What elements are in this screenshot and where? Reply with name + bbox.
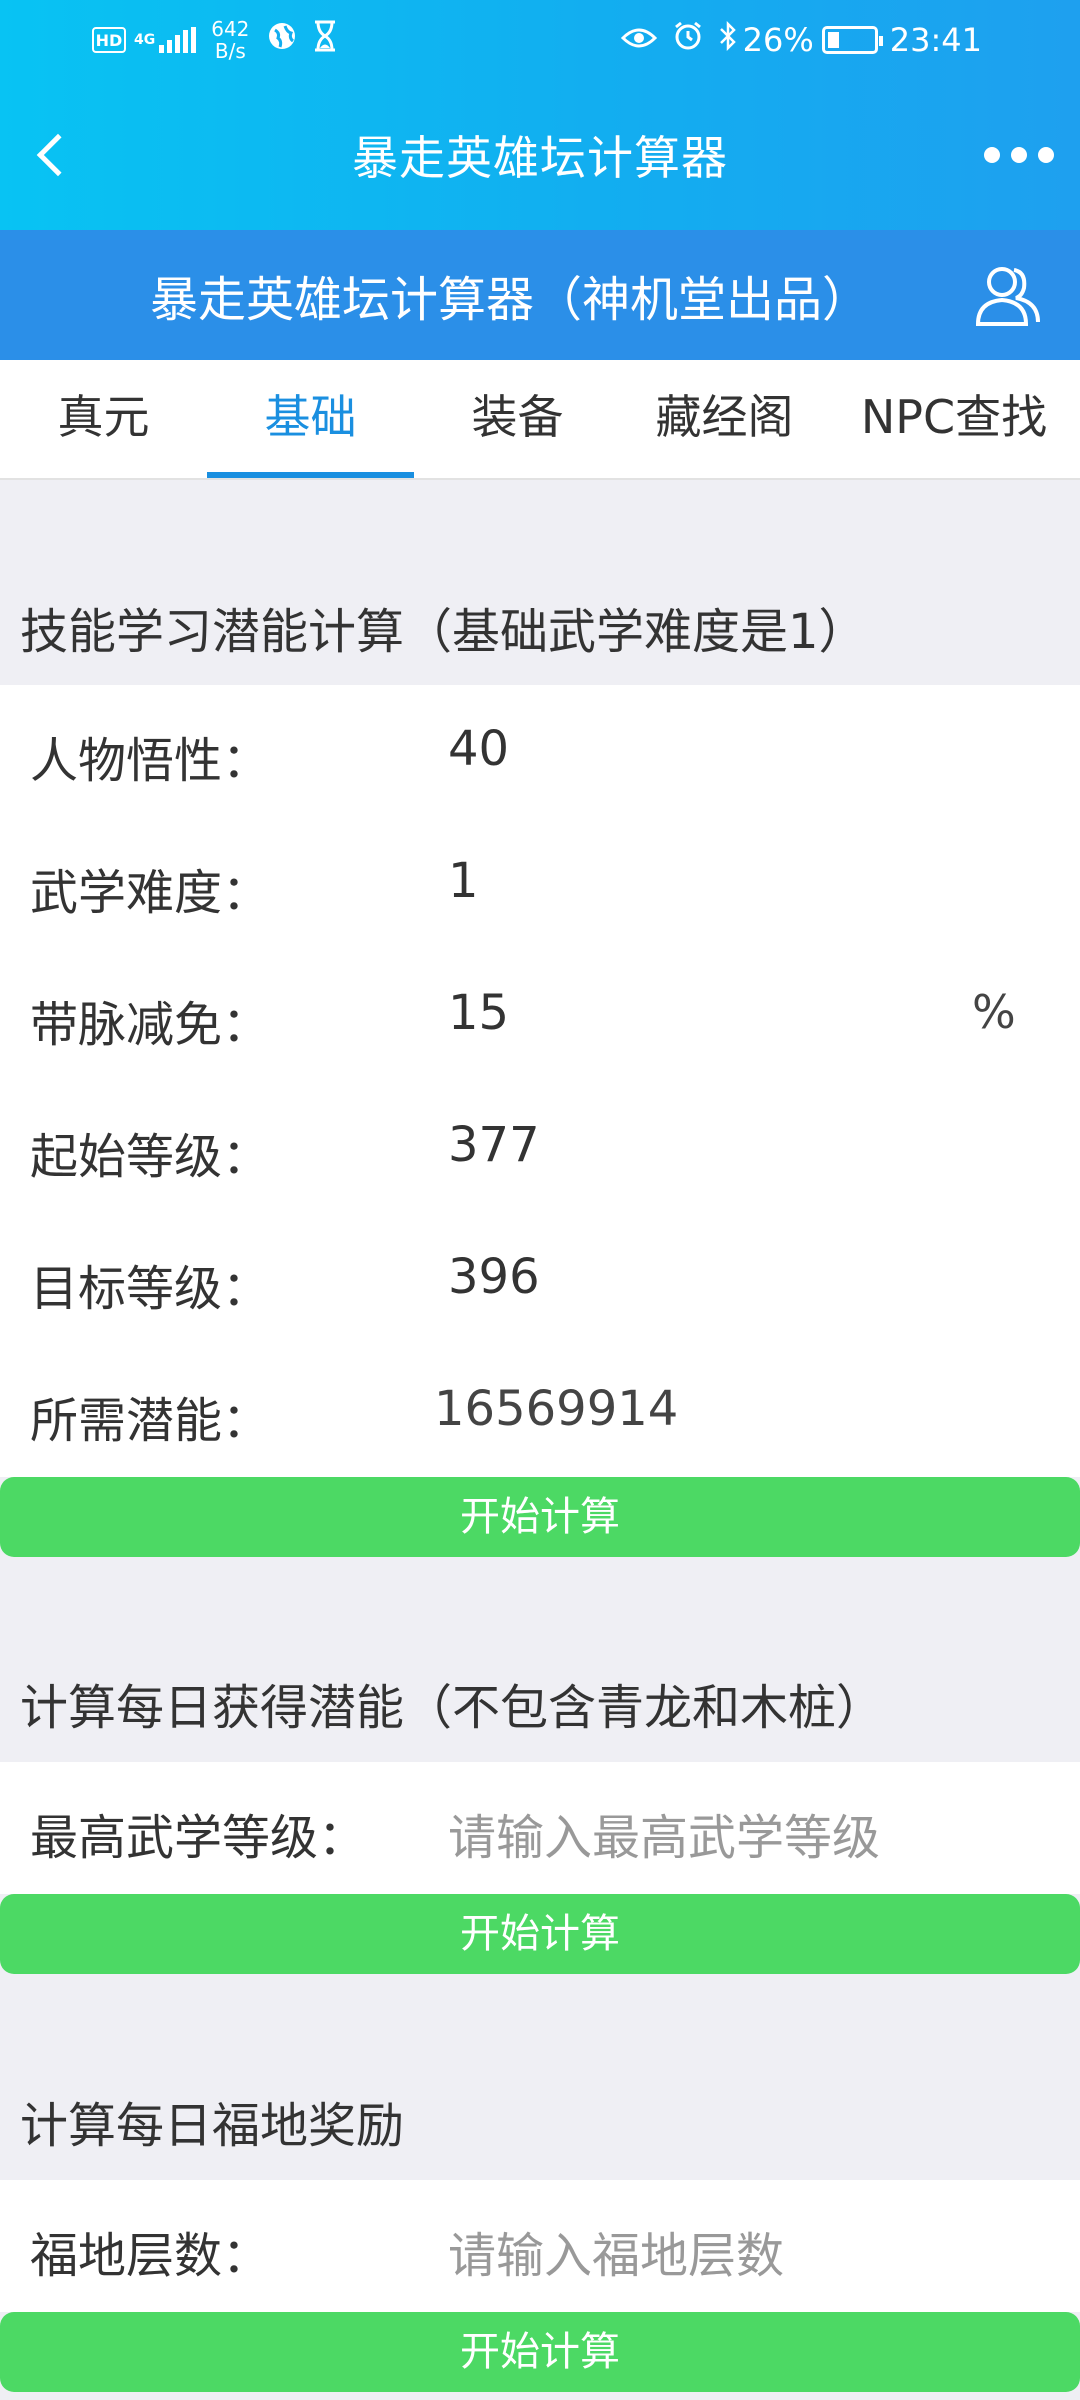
eye-icon (620, 23, 657, 58)
network-speed: 642 B/s (211, 18, 249, 62)
page-title: 暴走英雄坛计算器 (352, 131, 728, 185)
section-title-daily-potential: 计算每日获得潜能（不包含青龙和木桩） (20, 1680, 885, 1736)
status-left: HD 4G 642 B/s (92, 14, 353, 66)
battery-icon (821, 26, 883, 54)
section-title-fudi-reward: 计算每日福地奖励 (20, 2098, 405, 2154)
fudi-floor-input[interactable]: 请输入福地层数 (448, 2216, 948, 2286)
form-row-comprehension: 人物悟性： 40 (0, 685, 1080, 817)
tab-zhenyuan[interactable]: 真元 (0, 360, 207, 478)
calculate-button-daily-potential[interactable]: 开始计算 (0, 1894, 1080, 1974)
tab-npc-search[interactable]: NPC查找 (828, 360, 1080, 478)
signal-icon (159, 27, 199, 53)
tab-cangjingge[interactable]: 藏经阁 (621, 360, 828, 478)
status-bar: HD 4G 642 B/s 26% 23:41 (0, 0, 1080, 80)
max-level-input[interactable]: 请输入最高武学等级 (448, 1798, 948, 1868)
more-options-button[interactable] (984, 140, 1054, 170)
battery-fill (827, 32, 839, 48)
skill-potential-form: 人物悟性： 40 武学难度： 1 带脉减免： 15 % 起始等级： 377 目标… (0, 685, 1080, 1477)
web-header: 暴走英雄坛计算器（神机堂出品） (0, 230, 1080, 360)
form-row-required-potential: 所需潜能： 16569914 (0, 1345, 1080, 1477)
web-header-title: 暴走英雄坛计算器（神机堂出品） (149, 272, 870, 328)
difficulty-input[interactable]: 1 (448, 853, 948, 909)
dot-icon (1038, 147, 1054, 163)
max-level-label: 最高武学等级： (30, 1810, 367, 1866)
form-row-reduction: 带脉减免： 15 % (0, 949, 1080, 1081)
network-speed-unit: B/s (214, 39, 246, 63)
form-row-fudi-floor: 福地层数： 请输入福地层数 (0, 2180, 1080, 2312)
users-icon[interactable] (972, 260, 1044, 332)
section-title-skill-potential: 技能学习潜能计算（基础武学难度是1） (20, 604, 867, 660)
clock: 23:41 (889, 21, 982, 59)
tab-jichu[interactable]: 基础 (207, 360, 414, 478)
fudi-reward-form: 福地层数： 请输入福地层数 (0, 2180, 1080, 2312)
hd-badge: HD (92, 27, 126, 53)
dot-icon (1011, 147, 1027, 163)
network-type: 4G (134, 32, 156, 48)
required-potential-value: 16569914 (434, 1381, 679, 1437)
start-level-input[interactable]: 377 (448, 1117, 948, 1173)
dot-icon (984, 147, 1000, 163)
network-speed-value: 642 (211, 17, 250, 41)
form-row-target-level: 目标等级： 396 (0, 1213, 1080, 1345)
required-potential-label: 所需潜能： (30, 1393, 271, 1449)
difficulty-label: 武学难度： (30, 865, 271, 921)
fudi-floor-label: 福地层数： (30, 2228, 271, 2284)
hourglass-icon (313, 20, 337, 60)
comprehension-input[interactable]: 40 (448, 721, 948, 777)
reduction-label: 带脉减免： (30, 997, 271, 1053)
form-row-start-level: 起始等级： 377 (0, 1081, 1080, 1213)
title-bar: 暴走英雄坛计算器 (0, 80, 1080, 230)
battery-percent: 26% (742, 21, 814, 59)
bluetooth-icon (719, 20, 737, 59)
comprehension-label: 人物悟性： (30, 733, 271, 789)
alarm-icon (673, 21, 703, 59)
percent-unit: % (972, 985, 1016, 1039)
target-level-input[interactable]: 396 (448, 1249, 948, 1305)
globe-icon (267, 21, 297, 59)
status-right: 26% 23:41 (620, 14, 982, 66)
form-row-difficulty: 武学难度： 1 (0, 817, 1080, 949)
target-level-label: 目标等级： (30, 1261, 271, 1317)
daily-potential-form: 最高武学等级： 请输入最高武学等级 (0, 1762, 1080, 1894)
tab-zhuangbei[interactable]: 装备 (414, 360, 621, 478)
app-top-bar: HD 4G 642 B/s 26% 23:41 暴走英雄坛计算器 (0, 0, 1080, 230)
tab-bar: 真元 基础 装备 藏经阁 NPC查找 (0, 360, 1080, 480)
form-row-max-level: 最高武学等级： 请输入最高武学等级 (0, 1762, 1080, 1894)
calculate-button-skill[interactable]: 开始计算 (0, 1477, 1080, 1557)
calculate-button-fudi[interactable]: 开始计算 (0, 2312, 1080, 2392)
start-level-label: 起始等级： (30, 1129, 271, 1185)
reduction-input[interactable]: 15 (448, 985, 928, 1041)
